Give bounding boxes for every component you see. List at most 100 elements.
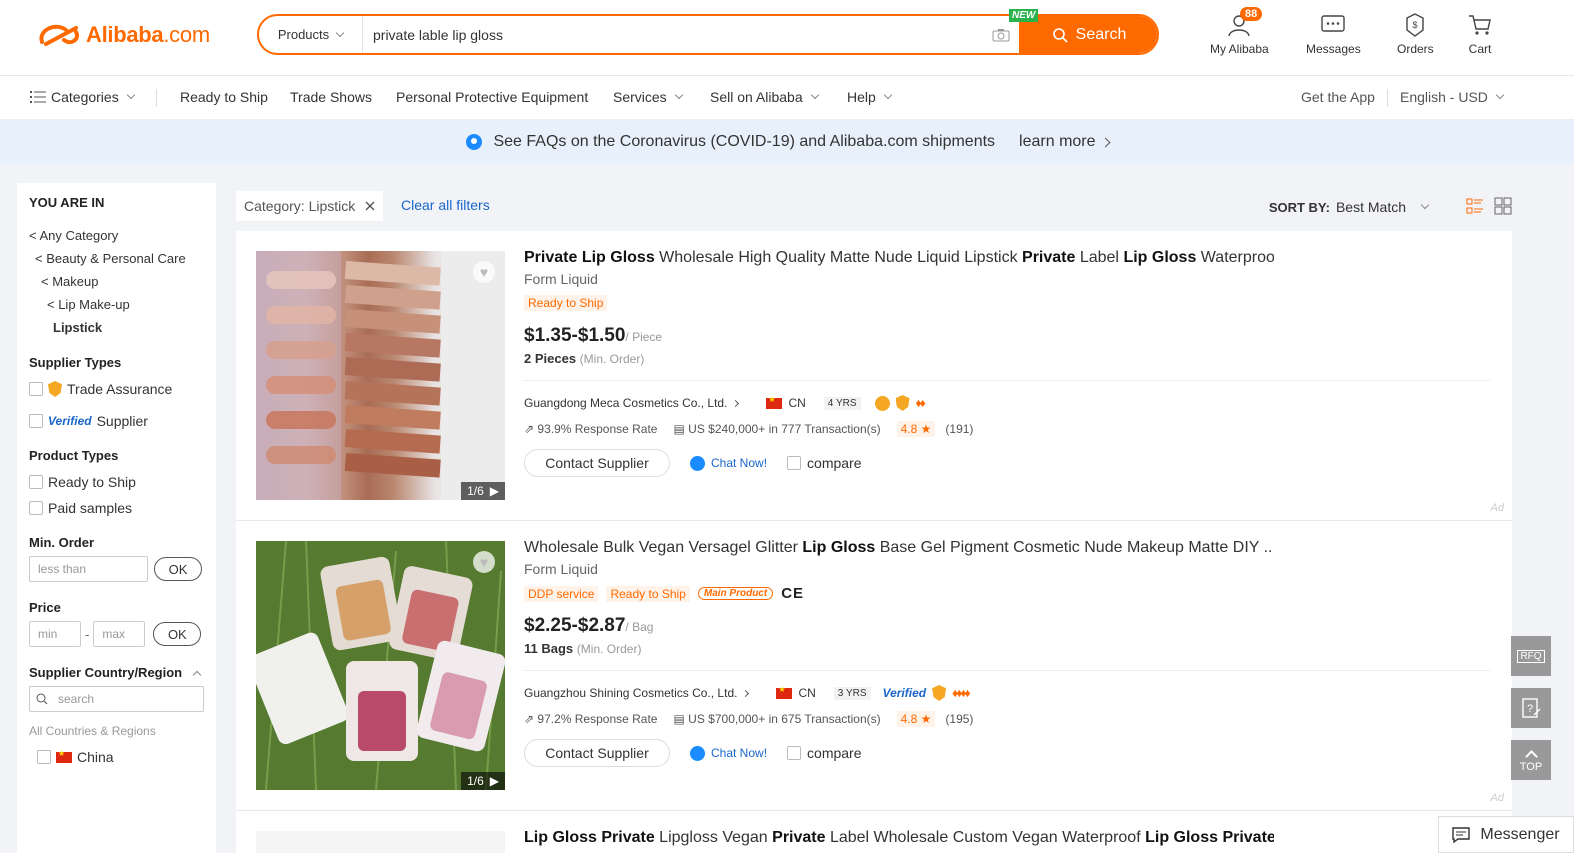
- chevron-down-icon: [335, 28, 345, 37]
- orders-link[interactable]: $ Orders: [1397, 12, 1434, 56]
- crumb-makeup[interactable]: < Makeup: [29, 270, 204, 293]
- min-order: 2 Pieces (Min. Order): [524, 351, 644, 366]
- alibaba-logo[interactable]: Alibaba.com: [36, 20, 210, 50]
- product-image[interactable]: [256, 831, 505, 853]
- clear-filters-link[interactable]: Clear all filters: [401, 197, 490, 213]
- nav-help[interactable]: Help: [847, 89, 893, 105]
- product-image[interactable]: ♥ 1/6 ▶: [256, 541, 505, 790]
- nav-ppe[interactable]: Personal Protective Equipment: [396, 89, 588, 105]
- crumb-beauty[interactable]: < Beauty & Personal Care: [29, 247, 204, 270]
- orders-icon: $: [1406, 13, 1425, 37]
- rfq-button[interactable]: RFQ: [1511, 636, 1551, 676]
- china-filter[interactable]: China: [29, 744, 204, 770]
- all-countries-label: All Countries & Regions: [29, 724, 156, 738]
- messages-icon: [1321, 15, 1346, 32]
- supplier-name-link[interactable]: Guangdong Meca Cosmetics Co., Ltd.: [524, 396, 727, 410]
- chat-now-link[interactable]: Chat Now!: [690, 455, 767, 471]
- my-alibaba-link[interactable]: 88 My Alibaba: [1210, 7, 1269, 56]
- product-title[interactable]: Lip Gloss Private Lipgloss Vegan Private…: [524, 829, 1274, 847]
- list-view-icon[interactable]: [1466, 197, 1484, 215]
- paid-samples-filter[interactable]: Paid samples: [29, 495, 204, 521]
- trade-assurance-icon: [895, 395, 910, 411]
- ready-to-ship-label: Ready to Ship: [48, 474, 136, 490]
- grid-view-icon[interactable]: [1494, 197, 1512, 215]
- compare-toggle[interactable]: compare: [787, 745, 862, 761]
- title-text: Base Gel Pigment Cosmetic Nude Makeup Ma…: [875, 539, 1274, 556]
- ready-to-ship-checkbox[interactable]: [29, 475, 43, 489]
- verified-supplier-filter[interactable]: Verified Supplier: [29, 408, 204, 434]
- min-order-input[interactable]: less than: [29, 556, 148, 582]
- learn-more-link[interactable]: learn more: [1019, 133, 1110, 151]
- transactions-label: US $240,000+ in 777 Transaction(s): [688, 422, 881, 436]
- get-the-app-link[interactable]: Get the App: [1301, 89, 1375, 105]
- image-counter[interactable]: 1/6 ▶: [461, 482, 505, 500]
- logo-domain: .com: [163, 22, 210, 47]
- search-input[interactable]: [363, 16, 983, 53]
- product-title[interactable]: Wholesale Bulk Vegan Versagel Glitter Li…: [524, 539, 1274, 557]
- country-region-heading[interactable]: Supplier Country/Region: [29, 665, 204, 680]
- compare-checkbox[interactable]: [787, 746, 802, 760]
- rfq-icon: RFQ: [1517, 649, 1545, 663]
- title-keyword: Private: [1022, 249, 1076, 266]
- cart-link[interactable]: Cart: [1467, 12, 1493, 56]
- back-to-top-button[interactable]: TOP: [1511, 740, 1551, 780]
- product-actions: Contact Supplier Chat Now! compare: [524, 739, 862, 767]
- country-search-input[interactable]: search: [29, 686, 204, 712]
- price-max-input[interactable]: max: [93, 621, 146, 647]
- nav-trade-shows[interactable]: Trade Shows: [290, 89, 372, 105]
- nav-ready-to-ship[interactable]: Ready to Ship: [180, 89, 268, 105]
- main-product-badge: Main Product: [697, 587, 774, 600]
- supplier-name-link[interactable]: Guangzhou Shining Cosmetics Co., Ltd.: [524, 686, 737, 700]
- verified-supplier-checkbox[interactable]: [29, 414, 43, 428]
- search-category-select[interactable]: Products: [259, 16, 363, 53]
- verified-badge: Verified: [48, 414, 92, 428]
- compare-checkbox[interactable]: [787, 456, 802, 470]
- trade-assurance-checkbox[interactable]: [29, 382, 43, 396]
- product-image[interactable]: ♥ 1/6 ▶: [256, 251, 505, 500]
- nav-trade-shows-label: Trade Shows: [290, 89, 372, 105]
- new-badge: NEW: [1009, 9, 1039, 22]
- trade-assurance-filter[interactable]: Trade Assurance: [29, 376, 204, 402]
- crumb-lip-makeup[interactable]: < Lip Make-up: [29, 293, 204, 316]
- search-button[interactable]: Search: [1019, 16, 1157, 53]
- paid-samples-checkbox[interactable]: [29, 501, 43, 515]
- review-count[interactable]: (191): [945, 422, 973, 436]
- compare-toggle[interactable]: compare: [787, 455, 862, 471]
- close-icon[interactable]: [365, 201, 375, 211]
- messages-link[interactable]: Messages: [1306, 12, 1361, 56]
- price-ok-button[interactable]: OK: [153, 622, 202, 646]
- title-text: Wholesale High Quality Matte Nude Liquid…: [654, 249, 1023, 266]
- view-toggle: [1466, 197, 1512, 215]
- contact-supplier-button[interactable]: Contact Supplier: [524, 449, 670, 477]
- categories-menu[interactable]: Categories: [30, 89, 135, 105]
- nav-services[interactable]: Services: [613, 89, 683, 105]
- image-counter[interactable]: 1/6 ▶: [461, 772, 505, 790]
- nav-sell-label: Sell on Alibaba: [710, 89, 803, 105]
- price-unit: / Bag: [625, 620, 654, 634]
- chevron-down-icon: [674, 90, 683, 100]
- favorite-heart-icon[interactable]: ♥: [473, 261, 495, 283]
- product-title[interactable]: Private Lip Gloss Wholesale High Quality…: [524, 249, 1274, 267]
- supplier-years-badge: 4 YRS: [823, 396, 861, 410]
- favorite-heart-icon[interactable]: ♥: [473, 551, 495, 573]
- review-count[interactable]: (195): [945, 712, 973, 726]
- min-order-ok-button[interactable]: OK: [154, 557, 202, 581]
- contact-supplier-button[interactable]: Contact Supplier: [524, 739, 670, 767]
- nav-ppe-label: Personal Protective Equipment: [396, 89, 589, 105]
- price-min-input[interactable]: min: [29, 621, 81, 647]
- feedback-button[interactable]: ?: [1511, 688, 1551, 728]
- nav-sell-on-alibaba[interactable]: Sell on Alibaba: [710, 89, 819, 105]
- language-currency-select[interactable]: English - USD: [1400, 89, 1505, 105]
- chevron-down-icon: [883, 90, 893, 100]
- feedback-icon: ?: [1522, 698, 1541, 718]
- messenger-button[interactable]: Messenger: [1438, 816, 1574, 853]
- china-checkbox[interactable]: [37, 750, 51, 764]
- ready-to-ship-filter[interactable]: Ready to Ship: [29, 469, 204, 495]
- chat-now-link[interactable]: Chat Now!: [690, 745, 767, 761]
- response-rate-label: 97.2% Response Rate: [537, 712, 658, 726]
- title-text: Label Wholesale Custom Vegan Waterproof: [825, 829, 1146, 846]
- product-types-heading: Product Types: [29, 448, 119, 463]
- sort-by-label: SORT BY:: [1268, 199, 1330, 215]
- crumb-any-category[interactable]: < Any Category: [29, 224, 204, 247]
- sort-by-select[interactable]: SORT BY: Best Match: [1268, 199, 1430, 215]
